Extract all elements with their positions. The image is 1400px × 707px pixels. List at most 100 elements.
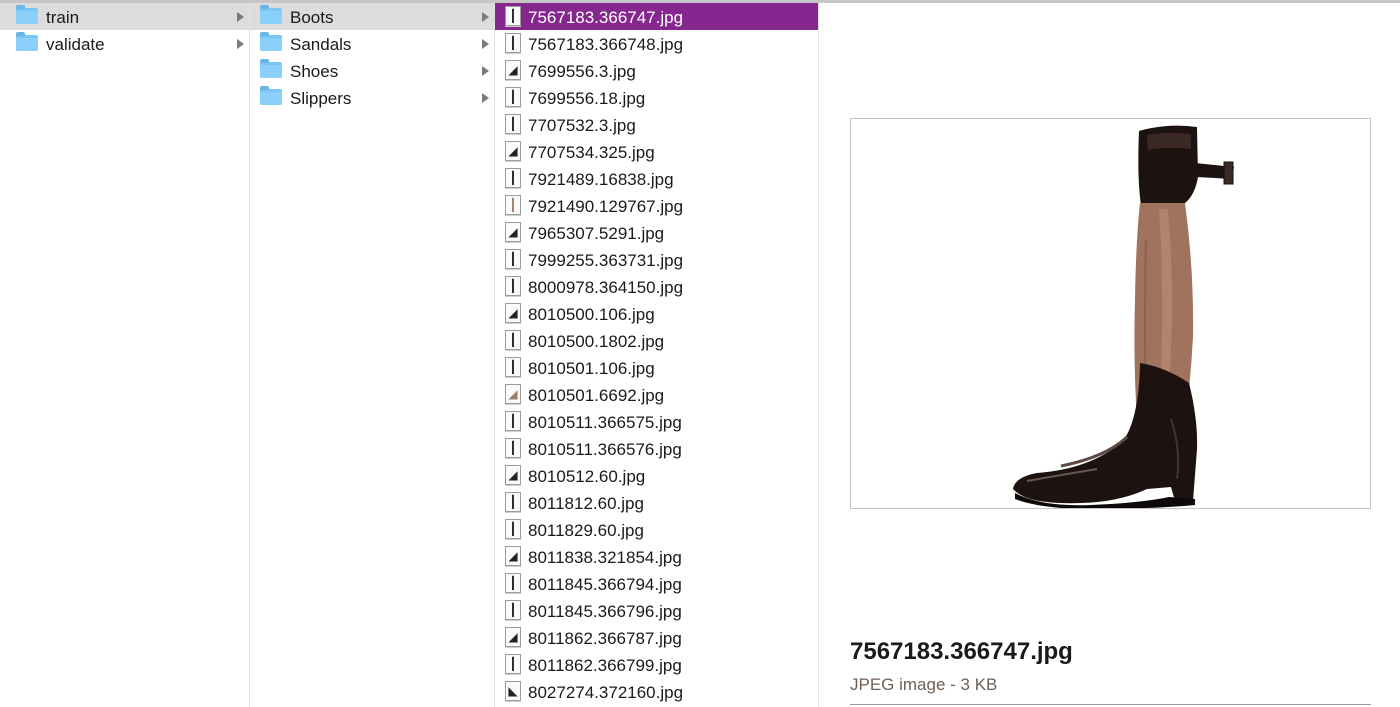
boot-thumbnail-icon: ┃ [505,86,521,107]
boot-thumbnail-icon: ┃ [505,491,521,512]
boot-thumbnail-icon: ◢ [505,59,521,80]
disclosure-arrow-icon [482,66,489,76]
thumbnail-glyph: ◢ [508,386,518,401]
file-label: 7921489.16838.jpg [528,170,674,190]
file-label: 8011862.366799.jpg [528,656,682,676]
boot-thumbnail-icon: ◢ [505,545,521,566]
file-row[interactable]: ┃ 8010501.106.jpg [495,354,818,381]
boot-thumbnail-icon: ┃ [505,653,521,674]
thumbnail-glyph: ┃ [509,413,517,428]
file-label: 7567183.366748.jpg [528,35,684,55]
thumbnail-glyph: ┃ [509,440,517,455]
file-label: 8010501.6692.jpg [528,386,665,406]
file-row[interactable]: ◢ 8011838.321854.jpg [495,543,818,570]
boot-thumbnail-icon: ┃ [505,5,521,26]
file-row[interactable]: ┃ 7567183.366747.jpg [495,3,818,30]
folder-row-sandals[interactable]: Sandals [250,30,494,57]
file-row[interactable]: ┃ 8010511.366576.jpg [495,435,818,462]
file-row[interactable]: ◢ 7699556.3.jpg [495,57,818,84]
file-row[interactable]: ┃ 8011812.60.jpg [495,489,818,516]
folder-row-validate[interactable]: validate [0,30,249,57]
folder-icon [260,4,282,24]
thumbnail-glyph: ◢ [508,467,518,482]
file-row[interactable]: ┃ 7999255.363731.jpg [495,246,818,273]
boot-thumbnail-icon: ┃ [505,32,521,53]
disclosure-arrow-icon [237,39,244,49]
folder-label: Boots [290,8,334,28]
folder-label: Shoes [290,62,339,82]
file-row[interactable]: ┃ 8000978.364150.jpg [495,273,818,300]
folder-icon [260,85,282,105]
file-row[interactable]: ┃ 8011829.60.jpg [495,516,818,543]
file-label: 8010512.60.jpg [528,467,646,487]
boot-thumbnail-icon: ┃ [505,599,521,620]
folder-icon [260,58,282,78]
file-row[interactable]: ┃ 8010500.1802.jpg [495,327,818,354]
thumbnail-glyph: ┃ [509,89,517,104]
thumbnail-glyph: ┃ [509,602,517,617]
file-row[interactable]: ┃ 8011845.366794.jpg [495,570,818,597]
folder-icon [16,31,38,51]
file-row[interactable]: ◣ 8027274.372160.jpg [495,678,818,705]
file-label: 7699556.18.jpg [528,89,646,109]
file-row[interactable]: ◢ 8010500.106.jpg [495,300,818,327]
riding-boot-image [1013,125,1234,508]
disclosure-arrow-icon [237,12,244,22]
file-label: 8011862.366787.jpg [528,629,682,649]
thumbnail-glyph: ◢ [508,629,518,644]
disclosure-arrow-icon [482,12,489,22]
thumbnail-glyph: ┃ [509,332,517,347]
file-row[interactable]: ┃ 7567183.366748.jpg [495,30,818,57]
folder-row-slippers[interactable]: Slippers [250,84,494,111]
file-label: 8000978.364150.jpg [528,278,684,298]
folder-row-boots[interactable]: Boots [250,3,494,30]
file-label: 8011845.366794.jpg [528,575,682,595]
file-row[interactable]: ┃ 7921489.16838.jpg [495,165,818,192]
file-row[interactable]: ◢ 7965307.5291.jpg [495,219,818,246]
file-row[interactable]: ◢ 7707534.325.jpg [495,138,818,165]
thumbnail-glyph: ◢ [508,548,518,563]
finder-column-root[interactable]: train validate [0,3,250,707]
folder-label: Slippers [290,89,352,109]
thumbnail-glyph: ┃ [509,494,517,509]
finder-column-train[interactable]: Boots Sandals Shoes Slippers [250,3,495,707]
thumbnail-glyph: ◣ [508,683,518,698]
file-row[interactable]: ┃ 7707532.3.jpg [495,111,818,138]
folder-label: Sandals [290,35,352,55]
thumbnail-glyph: ┃ [509,251,517,266]
disclosure-arrow-icon [482,39,489,49]
folder-label: validate [46,35,105,55]
folder-row-train[interactable]: train [0,3,249,30]
thumbnail-glyph: ┃ [509,197,517,212]
file-row[interactable]: ┃ 7921490.129767.jpg [495,192,818,219]
thumbnail-glyph: ┃ [509,35,517,50]
file-label: 8010500.1802.jpg [528,332,665,352]
boot-thumbnail-icon: ┃ [505,248,521,269]
finder-column-boots[interactable]: ┃ 7567183.366747.jpg ┃ 7567183.366748.jpg ◢ 7… [495,3,819,707]
file-label: 8010511.366576.jpg [528,440,682,460]
file-row[interactable]: ┃ 8011845.366796.jpg [495,597,818,624]
preview-divider [850,704,1371,705]
preview-file-kind: JPEG image - 3 KB [850,675,998,694]
file-label: 8010511.366575.jpg [528,413,682,433]
folder-row-shoes[interactable]: Shoes [250,57,494,84]
thumbnail-glyph: ◢ [508,305,518,320]
preview-filename: 7567183.366747.jpg [850,638,1073,665]
boot-thumbnail-icon: ◢ [505,464,521,485]
boot-thumbnail-icon: ◢ [505,221,521,242]
file-label: 7965307.5291.jpg [528,224,665,244]
file-row[interactable]: ┃ 7699556.18.jpg [495,84,818,111]
file-row[interactable]: ◢ 8010512.60.jpg [495,462,818,489]
file-row[interactable]: ┃ 8010511.366575.jpg [495,408,818,435]
file-row[interactable]: ◢ 8011862.366787.jpg [495,624,818,651]
thumbnail-glyph: ┃ [509,8,517,23]
sneaker-thumbnail-icon: ◣ [505,680,521,701]
file-row[interactable]: ┃ 8011862.366799.jpg [495,651,818,678]
boot-thumbnail-icon: ◢ [505,383,521,404]
thumbnail-glyph: ◢ [508,62,518,77]
file-label: 8011812.60.jpg [528,494,644,514]
thumbnail-glyph: ┃ [509,278,517,293]
file-row[interactable]: ◢ 8010501.6692.jpg [495,381,818,408]
file-label: 8011838.321854.jpg [528,548,682,568]
thumbnail-glyph: ◢ [508,224,518,239]
